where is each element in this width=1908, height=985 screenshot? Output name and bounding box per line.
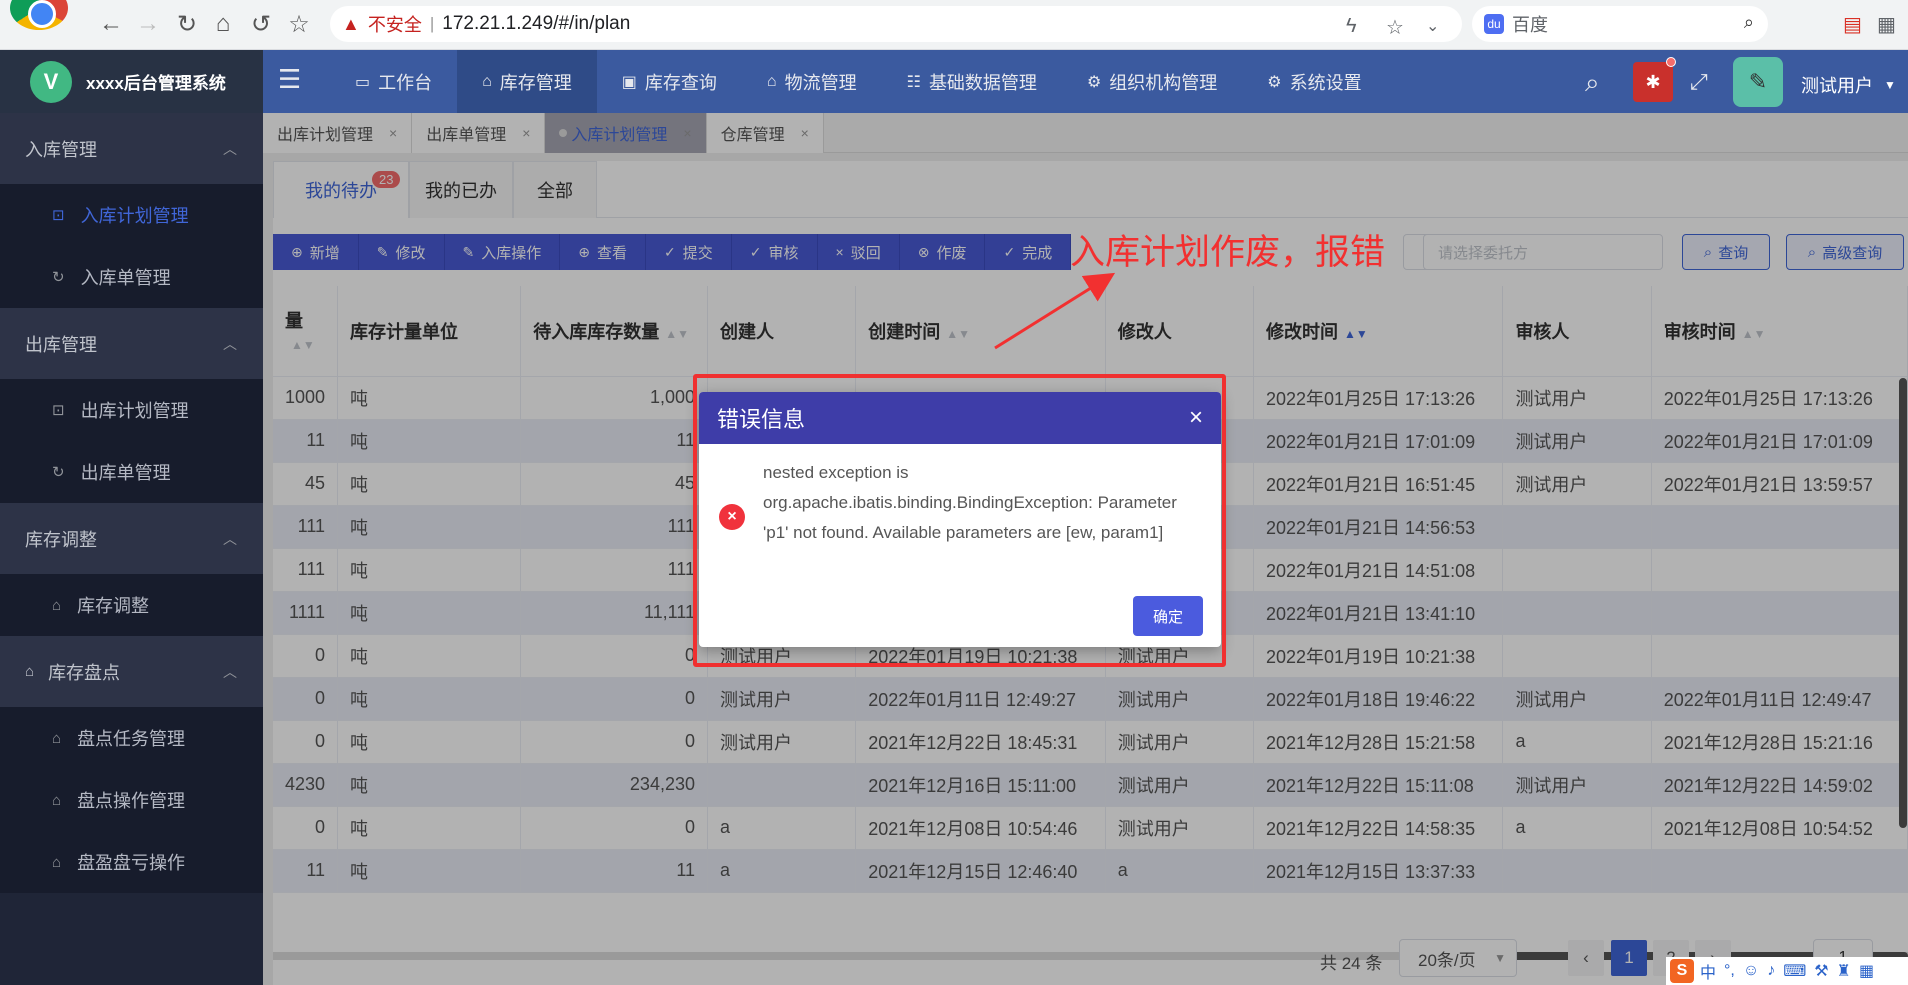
annotation-arrow [994, 272, 1116, 350]
punctuation-icon[interactable]: °, [1724, 962, 1735, 980]
skin-icon[interactable]: ♜ [1837, 961, 1851, 981]
keyboard-icon[interactable]: ⌨ [1783, 961, 1806, 981]
annotation-text: 入库计划作废，报错 [1070, 233, 1386, 273]
mic-icon[interactable]: ♪ [1767, 962, 1775, 980]
ime-toolbar[interactable]: S 中 °, ☺ ♪ ⌨ ⚒ ♜ ▦ [1666, 957, 1908, 985]
toolbox-icon[interactable]: ⚒ [1814, 961, 1828, 981]
grid-icon[interactable]: ▦ [1859, 961, 1874, 981]
ime-lang[interactable]: 中 [1700, 959, 1716, 983]
emoji-icon[interactable]: ☺ [1743, 962, 1759, 980]
sogou-icon: S [1670, 959, 1694, 983]
